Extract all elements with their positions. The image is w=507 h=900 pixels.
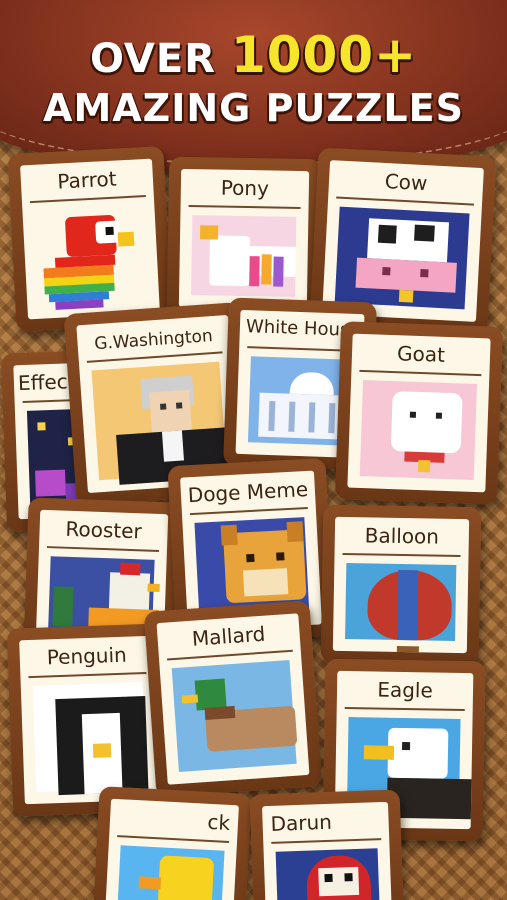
- puzzle-card-balloon[interactable]: Balloon: [320, 504, 482, 666]
- washington-pixel-art: [91, 361, 230, 485]
- app-screen: OVER 1000+ AMAZING PUZZLES Parrot Pony C…: [0, 0, 507, 900]
- balloon-pixel-art: [345, 563, 457, 654]
- puzzle-card-mallard[interactable]: Mallard: [143, 600, 323, 798]
- puzzle-title: Cow: [384, 168, 428, 196]
- puzzle-title: Pony: [220, 175, 270, 201]
- puzzle-title: Balloon: [364, 523, 440, 549]
- headline-line-2: AMAZING PUZZLES: [43, 86, 464, 130]
- puzzle-title: Doge Meme: [187, 476, 309, 508]
- puzzle-title: G.Washington: [93, 326, 214, 355]
- headline-number: 1000+: [230, 26, 417, 84]
- parrot-pixel-art: [34, 205, 147, 310]
- puzzle-card-goat[interactable]: Goat: [334, 321, 504, 505]
- puzzle-title: Mallard: [191, 621, 267, 651]
- puzzle-card-duck[interactable]: ck: [92, 786, 252, 900]
- mallard-pixel-art: [171, 659, 298, 772]
- puzzle-title: Parrot: [56, 166, 118, 194]
- duck-pixel-art: [117, 845, 225, 900]
- puzzle-title: Eagle: [377, 677, 433, 703]
- puzzle-card-pony[interactable]: Pony: [166, 156, 322, 322]
- goat-pixel-art: [359, 380, 478, 480]
- puzzle-card-daruma[interactable]: Darun: [249, 789, 405, 900]
- puzzle-title: ck: [206, 809, 231, 835]
- daruma-pixel-art: [275, 848, 380, 900]
- whitehouse-pixel-art: [247, 356, 364, 446]
- puzzle-title: Penguin: [46, 642, 128, 670]
- puzzle-title: Goat: [396, 341, 446, 367]
- cow-pixel-art: [334, 206, 470, 310]
- pony-pixel-art: [191, 215, 297, 297]
- penguin-pixel-art: [32, 682, 149, 796]
- puzzle-title: Rooster: [65, 516, 143, 544]
- rooster-pixel-art: [48, 556, 160, 640]
- puzzle-card-parrot[interactable]: Parrot: [7, 146, 173, 332]
- headline-line-1: OVER 1000+: [0, 26, 507, 84]
- headline-prefix: OVER: [89, 36, 216, 82]
- puzzle-title: Darun: [270, 809, 333, 836]
